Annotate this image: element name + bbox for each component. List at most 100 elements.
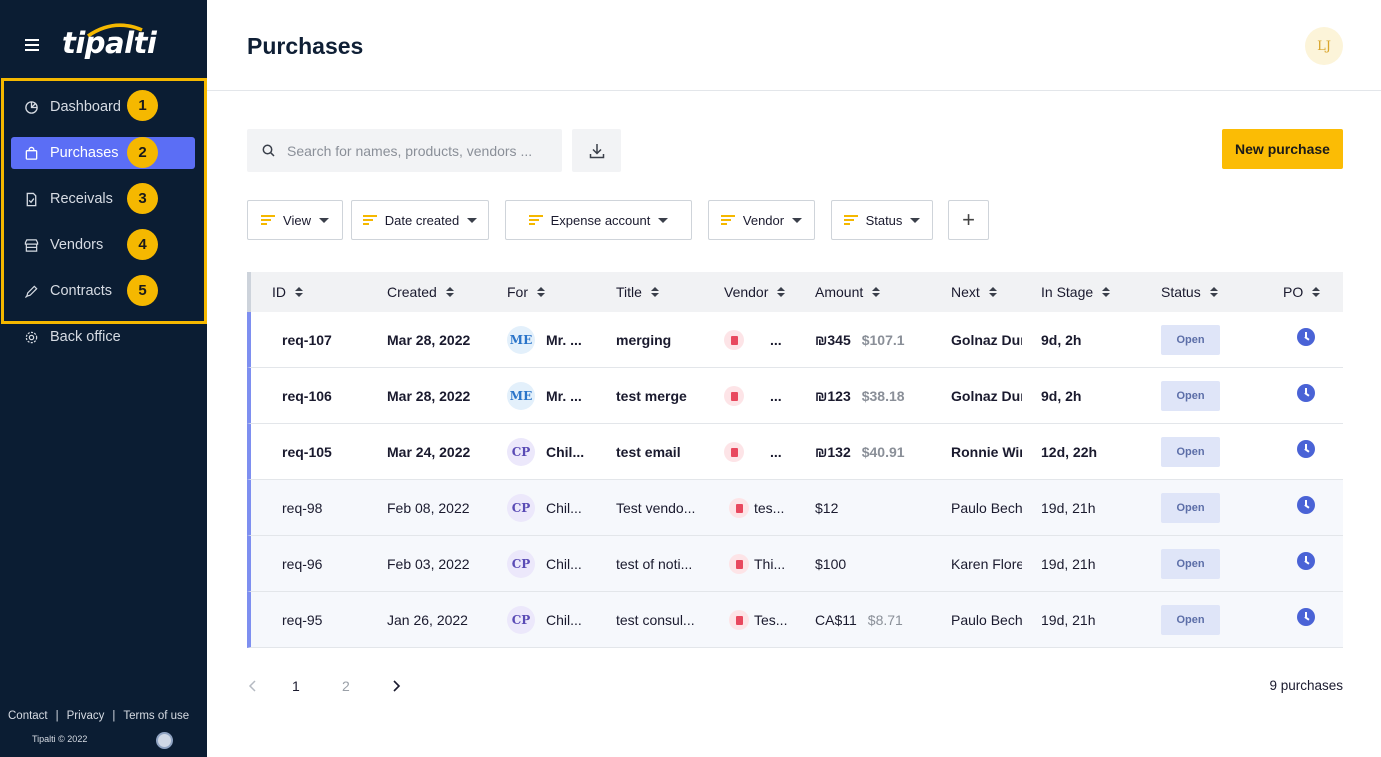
page-2-button[interactable]: 2 xyxy=(342,672,350,700)
vendor-name: Thi... xyxy=(754,556,786,572)
vendor-name: Tes... xyxy=(754,612,788,628)
table-row[interactable]: req-106 Mar 28, 2022 ME Mr. ... test merg… xyxy=(247,368,1343,424)
column-header-status[interactable]: Status xyxy=(1161,272,1218,312)
privacy-link[interactable]: Privacy xyxy=(67,710,105,722)
filter-expense-account[interactable]: Expense account xyxy=(505,200,692,240)
table-row[interactable]: req-96 Feb 03, 2022 CP Chil... test of no… xyxy=(247,536,1343,592)
prev-page-button[interactable] xyxy=(247,672,259,700)
sort-icon xyxy=(445,287,454,297)
cell-po xyxy=(1297,480,1327,536)
column-header-in-stage[interactable]: In Stage xyxy=(1041,272,1111,312)
sort-icon xyxy=(1312,287,1321,297)
status-badge: Open xyxy=(1161,381,1220,411)
column-header-amount[interactable]: Amount xyxy=(815,272,881,312)
for-name: Chil... xyxy=(546,612,582,628)
filter-status[interactable]: Status xyxy=(831,200,933,240)
globe-icon[interactable] xyxy=(156,732,173,749)
for-name: Chil... xyxy=(546,556,582,572)
sidebar-item-contracts[interactable]: Contracts xyxy=(11,275,195,307)
search-input[interactable] xyxy=(287,142,537,159)
download-icon xyxy=(589,143,604,158)
user-avatar: ME xyxy=(507,382,535,410)
cell-vendor: tes... xyxy=(729,480,815,536)
cell-in-stage: 19d, 21h xyxy=(1041,556,1096,572)
filter-date-created[interactable]: Date created xyxy=(351,200,489,240)
page-1-button[interactable]: 1 xyxy=(292,672,300,700)
cell-created: Mar 28, 2022 xyxy=(387,388,471,404)
sidebar-item-label: Vendors xyxy=(50,237,104,253)
cell-amount: CA$11 $8.71 xyxy=(815,592,945,648)
filter-label: Expense account xyxy=(550,212,651,228)
search-box[interactable] xyxy=(247,129,562,172)
clock-icon[interactable] xyxy=(1297,496,1315,514)
for-name: Mr. ... xyxy=(546,388,582,404)
table-row[interactable]: req-95 Jan 26, 2022 CP Chil... test consu… xyxy=(247,592,1343,648)
column-header-next[interactable]: Next xyxy=(951,272,997,312)
column-header-created[interactable]: Created xyxy=(387,272,454,312)
clock-icon[interactable] xyxy=(1297,552,1315,570)
column-label: For xyxy=(507,284,528,300)
column-header-po[interactable]: PO xyxy=(1283,272,1321,312)
download-button[interactable] xyxy=(572,129,621,172)
cell-amount: ₪132 $40.91 xyxy=(815,424,945,480)
clock-icon[interactable] xyxy=(1297,608,1315,626)
column-header-vendor[interactable]: Vendor xyxy=(724,272,786,312)
cell-in-stage: 9d, 2h xyxy=(1041,388,1082,404)
for-name: Chil... xyxy=(546,500,582,516)
filter-icon xyxy=(843,215,858,225)
cell-po xyxy=(1297,312,1327,368)
column-header-id[interactable]: ID xyxy=(272,272,303,312)
sidebar-item-purchases[interactable]: Purchases xyxy=(11,137,195,169)
vendor-icon xyxy=(724,330,744,350)
status-badge: Open xyxy=(1161,325,1220,355)
cell-amount: $12 xyxy=(815,480,945,536)
cell-po xyxy=(1297,592,1327,648)
cell-status: Open xyxy=(1161,480,1231,536)
sidebar-item-back-office[interactable]: Back office xyxy=(11,321,195,353)
clock-icon[interactable] xyxy=(1297,328,1315,346)
for-name: Mr. ... xyxy=(546,332,582,348)
vendor-name: ... xyxy=(770,388,782,404)
cell-id: req-98 xyxy=(282,500,323,516)
next-page-button[interactable] xyxy=(390,672,402,700)
sidebar-item-receivals[interactable]: Receivals xyxy=(11,183,195,215)
amount: $12 xyxy=(815,500,839,516)
menu-icon[interactable] xyxy=(25,39,39,51)
column-header-for[interactable]: For xyxy=(507,272,545,312)
column-label: Next xyxy=(951,284,980,300)
table-row[interactable]: req-98 Feb 08, 2022 CP Chil... Test vendo… xyxy=(247,480,1343,536)
cell-in-stage: 9d, 2h xyxy=(1041,332,1082,348)
amount-usd: $107.1 xyxy=(861,332,905,348)
separator: | xyxy=(55,710,59,722)
column-label: ID xyxy=(272,284,286,300)
cell-vendor: Tes... xyxy=(729,592,815,648)
column-header-title[interactable]: Title xyxy=(616,272,659,312)
cell-status: Open xyxy=(1161,592,1231,648)
terms-link[interactable]: Terms of use xyxy=(123,710,189,722)
new-purchase-button[interactable]: New purchase xyxy=(1222,129,1343,169)
avatar[interactable]: LJ xyxy=(1305,27,1343,65)
cell-status: Open xyxy=(1161,536,1231,592)
sort-icon xyxy=(295,287,303,297)
filter-label: Date created xyxy=(384,212,460,228)
document-check-icon xyxy=(23,191,39,207)
table-row[interactable]: req-107 Mar 28, 2022 ME Mr. ... merging .… xyxy=(247,312,1343,368)
column-label: Created xyxy=(387,284,437,300)
sidebar-item-label: Receivals xyxy=(50,191,113,207)
amount-usd: $40.91 xyxy=(861,444,905,460)
cell-in-stage: 19d, 21h xyxy=(1041,500,1096,516)
add-filter-button[interactable]: + xyxy=(948,200,989,240)
filter-view[interactable]: View xyxy=(247,200,343,240)
sidebar-item-vendors[interactable]: Vendors xyxy=(11,229,195,261)
clock-icon[interactable] xyxy=(1297,384,1315,402)
table-row[interactable]: req-105 Mar 24, 2022 CP Chil... test emai… xyxy=(247,424,1343,480)
chevron-down-icon xyxy=(792,217,803,223)
clock-icon[interactable] xyxy=(1297,440,1315,458)
sidebar-item-dashboard[interactable]: Dashboard xyxy=(11,91,195,123)
step-badge: 4 xyxy=(127,229,158,260)
chevron-left-icon xyxy=(248,680,256,692)
cell-vendor: Thi... xyxy=(729,536,815,592)
contact-link[interactable]: Contact xyxy=(8,710,48,722)
filter-vendor[interactable]: Vendor xyxy=(708,200,815,240)
step-badge: 5 xyxy=(127,275,158,306)
